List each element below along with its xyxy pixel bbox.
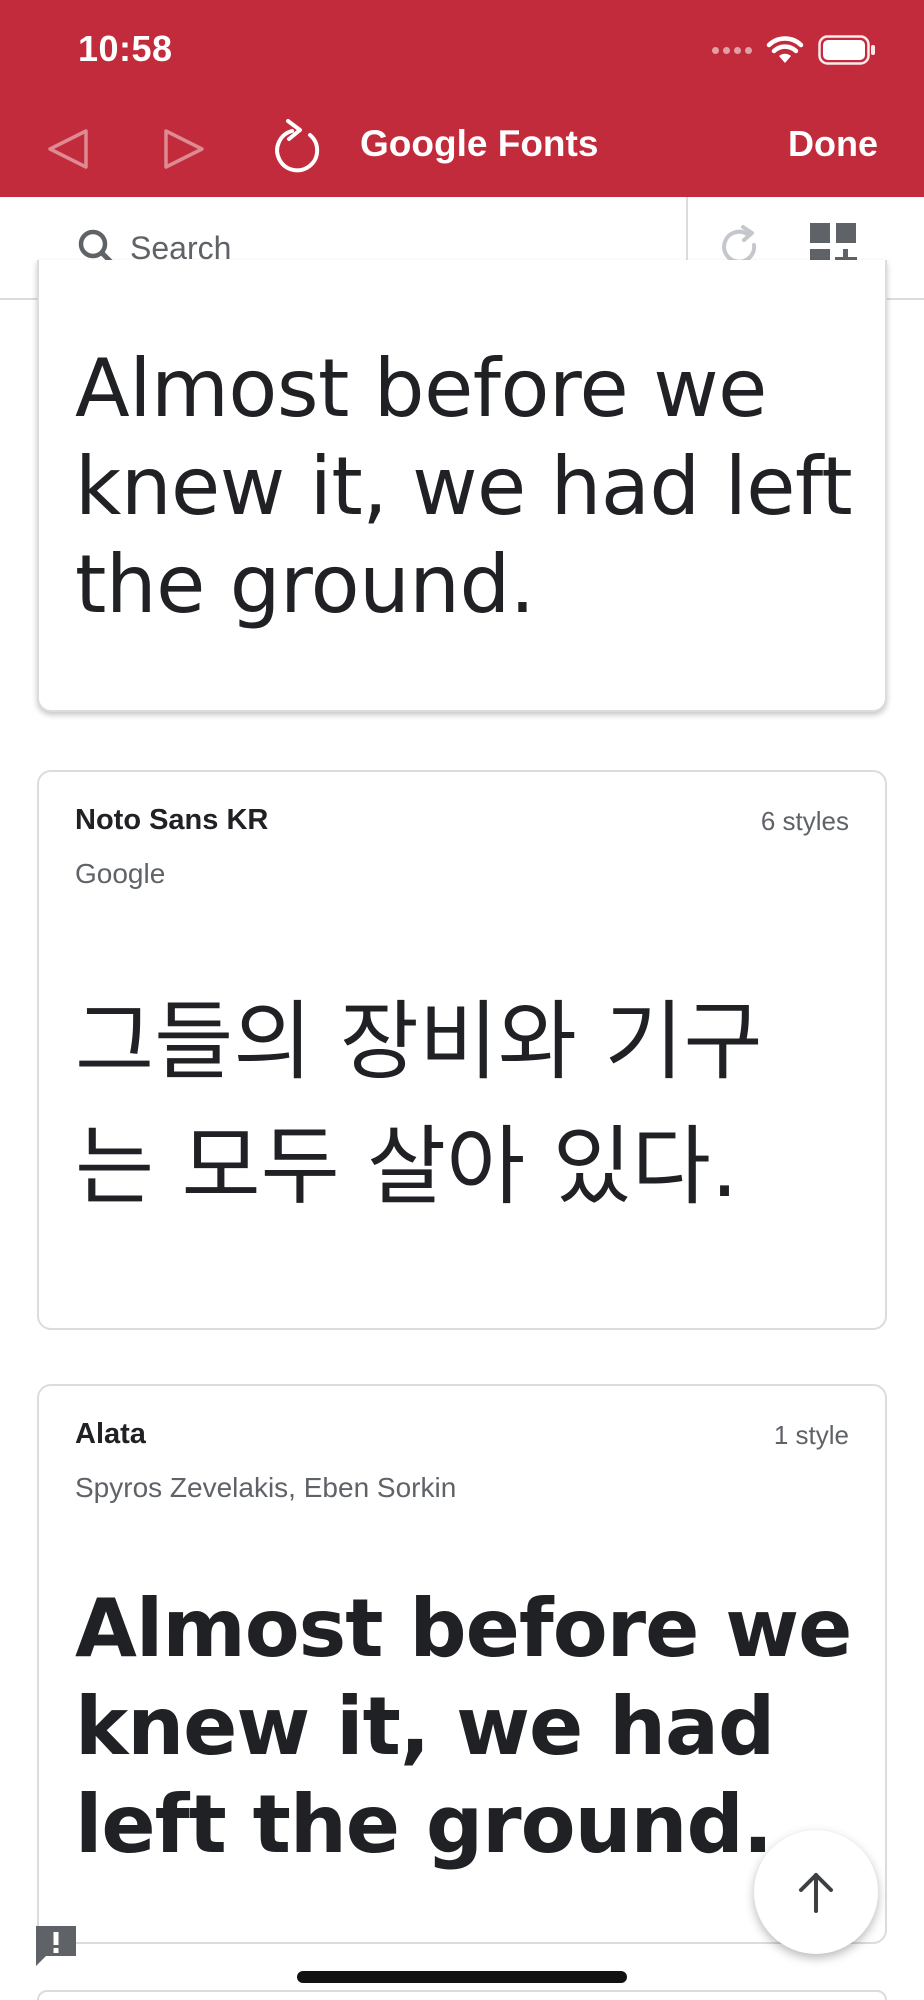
forward-icon[interactable]: [158, 123, 210, 175]
font-sample: Almost before we knew it, we had left th…: [75, 1582, 852, 1871]
done-button[interactable]: Done: [788, 123, 878, 165]
feedback-icon[interactable]: [32, 1922, 80, 1970]
app-screen: 10:58 Google Fonts Done Search Almost be…: [0, 0, 924, 2000]
font-style-count: 1 style: [773, 1420, 849, 1450]
arrow-up-icon: [799, 1873, 833, 1913]
status-icons: [712, 32, 876, 68]
page-title: Google Fonts: [360, 123, 599, 164]
signal-icon: [712, 46, 752, 54]
status-time: 10:58: [78, 28, 173, 69]
battery-icon: [818, 35, 875, 65]
font-card[interactable]: Alata Spyros Zevelakis, Eben Sorkin 1 st…: [37, 1384, 887, 1944]
font-card-peek: [37, 1990, 887, 2000]
font-designer: Spyros Zevelakis, Eben Sorkin: [75, 1472, 457, 1503]
scroll-to-top-button[interactable]: [754, 1830, 878, 1954]
font-sample: Almost before we knew it, we had left th…: [75, 342, 853, 631]
reload-icon[interactable]: [272, 117, 324, 175]
font-family-name: Alata: [75, 1418, 146, 1450]
font-card[interactable]: Noto Sans KR Google 6 styles 그들의 장비와 기구 …: [37, 770, 887, 1330]
font-style-count: 6 styles: [760, 806, 849, 836]
wifi-icon: [766, 36, 804, 63]
header: 10:58 Google Fonts Done: [0, 0, 924, 197]
font-card[interactable]: Almost before we knew it, we had left th…: [37, 260, 887, 712]
font-sample: 그들의 장비와 기구 는 모두 살아 있다.: [75, 992, 763, 1217]
home-indicator: [297, 1971, 627, 1983]
nav-row: Google Fonts Done: [0, 105, 924, 191]
font-designer: Google: [75, 858, 166, 889]
back-icon[interactable]: [42, 123, 94, 175]
font-family-name: Noto Sans KR: [75, 804, 269, 836]
